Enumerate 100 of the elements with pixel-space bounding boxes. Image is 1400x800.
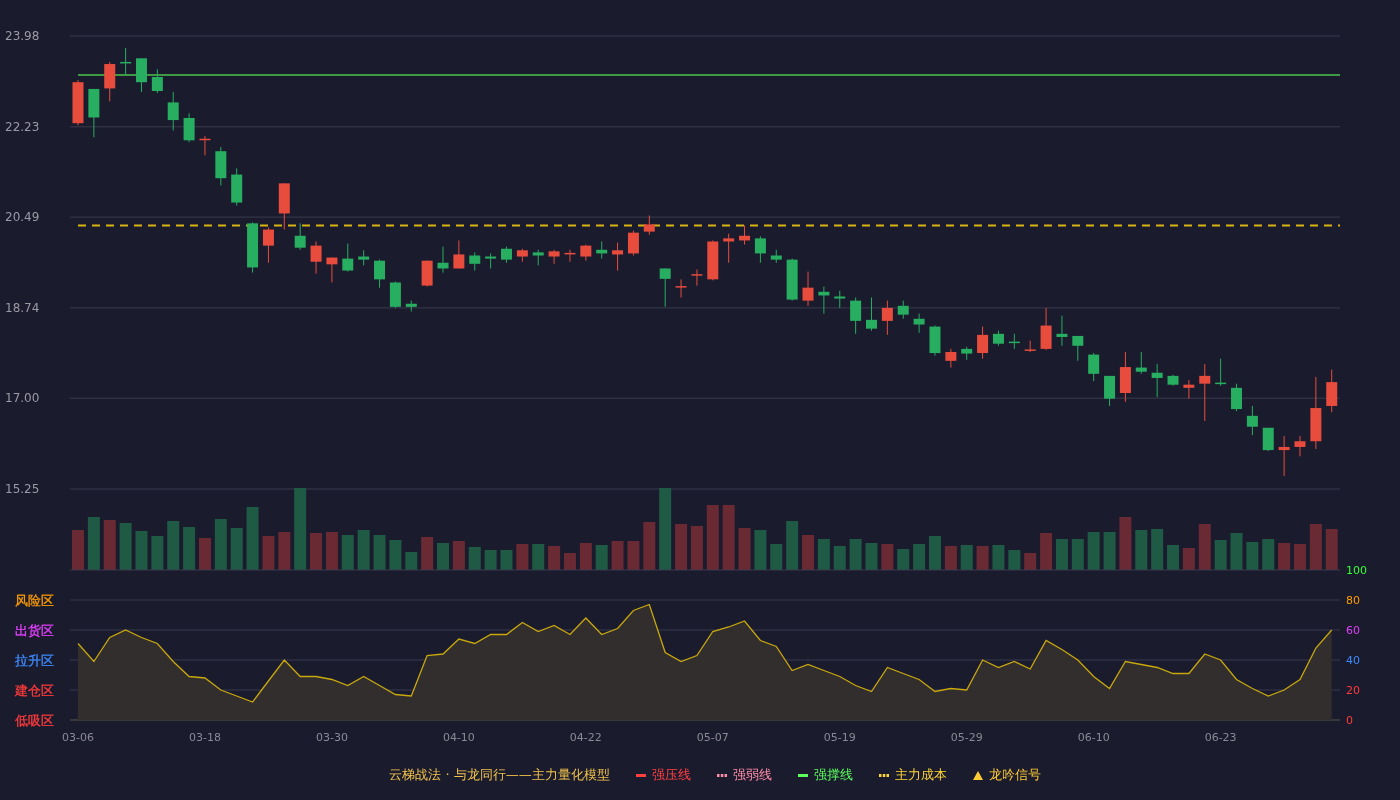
zone-label: 风险区	[15, 593, 54, 608]
candlestick	[88, 88, 100, 138]
candlestick	[437, 246, 449, 274]
axis-label: 04-22	[569, 731, 602, 744]
zone-label: 出货区	[15, 623, 54, 638]
candlestick	[596, 241, 608, 260]
zone-label: 拉升区	[15, 653, 54, 668]
axis-label: 60	[1346, 624, 1360, 637]
legend-label: 强压线	[651, 766, 691, 784]
candlestick	[707, 239, 719, 281]
candlestick	[1215, 358, 1227, 387]
candlestick	[897, 300, 909, 320]
candlestick	[247, 221, 259, 274]
axis-label: 80	[1346, 594, 1360, 607]
candlestick	[675, 278, 687, 299]
candlestick	[564, 249, 576, 263]
candlestick	[501, 246, 512, 264]
candlestick	[532, 249, 544, 266]
candlestick	[516, 248, 528, 263]
candlestick	[1040, 307, 1052, 351]
legend-label: 龙吟信号	[988, 766, 1041, 784]
legend-title: 云梯战法 · 与龙同行——主力量化模型	[389, 766, 610, 784]
candlestick	[136, 57, 147, 93]
candlestick	[834, 290, 846, 309]
zone-label: 建仓区	[15, 683, 54, 698]
axis-label: 05-07	[696, 731, 729, 744]
candlestick	[1072, 335, 1084, 362]
candlestick	[485, 252, 497, 269]
axis-label: 04-10	[442, 731, 475, 744]
axis-label: 03-06	[62, 731, 94, 744]
axis-label: 22.23	[5, 119, 40, 134]
candlestick	[421, 260, 433, 288]
candlestick	[310, 241, 322, 275]
candlestick	[754, 235, 766, 264]
axis-label: 20	[1346, 684, 1360, 697]
legend-label: 主力成本	[894, 766, 947, 784]
candlestick	[786, 258, 798, 302]
axis-label: 100	[1346, 564, 1367, 577]
axis-label: 23.98	[5, 29, 40, 43]
candlestick	[469, 251, 481, 272]
legend-label: 强弱线	[732, 766, 772, 784]
axis-label: 0	[1346, 714, 1353, 727]
candlestick	[1246, 405, 1258, 436]
candlestick	[1278, 435, 1290, 477]
candlestick	[691, 269, 703, 287]
legend-label: 强撑线	[813, 766, 853, 784]
candlestick	[183, 112, 195, 143]
candlestick	[1199, 363, 1211, 422]
candlestick	[1119, 351, 1131, 403]
axis-label: 15.25	[5, 482, 40, 496]
candlestick	[294, 222, 306, 251]
candlestick	[770, 249, 782, 264]
candlestick	[1294, 435, 1306, 457]
candlestick	[1183, 379, 1195, 400]
candlestick	[1326, 369, 1338, 413]
candlestick	[850, 297, 862, 335]
candlestick	[1231, 383, 1242, 412]
candlestick	[612, 242, 624, 272]
candlestick	[659, 267, 671, 308]
candlestick	[215, 146, 227, 186]
candlestick	[1008, 333, 1020, 350]
candlestick	[881, 300, 893, 336]
axis-label: 18.74	[5, 300, 40, 315]
candlestick	[405, 300, 417, 313]
candlestick	[627, 230, 639, 256]
candlestick	[326, 257, 338, 283]
candlestick	[929, 325, 941, 357]
candlestick	[945, 348, 957, 369]
candlestick	[802, 271, 814, 307]
candlestick	[1262, 427, 1274, 452]
zone-label: 低吸区	[15, 713, 54, 728]
candlestick	[739, 224, 751, 246]
candlestick	[580, 244, 592, 262]
candlestick	[723, 233, 735, 264]
candlestick	[262, 226, 274, 264]
candlestick	[913, 313, 925, 334]
candlestick	[278, 182, 290, 231]
candlestick	[1056, 315, 1068, 347]
candlestick	[104, 61, 116, 102]
candlestick	[1167, 374, 1179, 387]
candlestick	[1135, 351, 1147, 375]
axis-label: 03-30	[315, 731, 348, 744]
candlestick	[1088, 352, 1100, 382]
axis-label: 17.00	[5, 391, 40, 406]
axis-label: 06-23	[1204, 731, 1237, 744]
candlestick	[72, 79, 84, 126]
candlestick	[961, 346, 973, 361]
candlestick	[866, 297, 877, 332]
candlestick	[453, 239, 465, 269]
candlestick	[548, 249, 560, 265]
candlestick	[231, 167, 243, 207]
candlestick	[342, 243, 354, 273]
candlestick	[992, 330, 1004, 347]
candlestick	[1024, 340, 1036, 353]
candlestick	[167, 91, 179, 131]
candlestick	[1151, 363, 1163, 398]
candlestick	[151, 68, 163, 94]
candlestick	[199, 135, 211, 156]
candlestick	[120, 47, 132, 76]
axis-label: 06-10	[1077, 731, 1110, 744]
